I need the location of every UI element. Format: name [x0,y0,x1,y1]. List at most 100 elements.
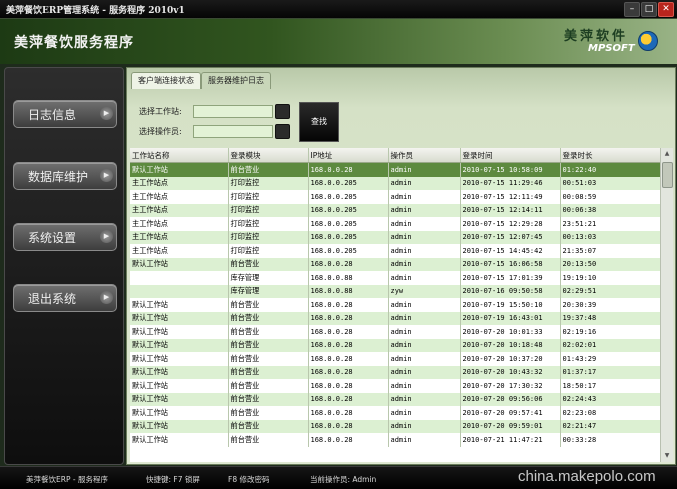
table-cell: 默认工作站 [130,419,229,433]
table-row[interactable]: 默认工作站 前台营业 168.0.0.28 admin 2010-07-20 10:18… [130,338,660,352]
tab-server-maintenance-log[interactable]: 服务器维护日志 [201,72,271,89]
table-cell: 主工作站点 [130,190,229,204]
table-cell: 168.0.0.28 [308,338,389,352]
table-cell: 库存管理 [228,271,309,285]
table-cell: 前台营业 [228,325,309,339]
table-row[interactable]: 主工作站点 打印监控 168.0.0.205 admin 2010-07-15 12:0… [130,230,660,244]
table-cell: 168.0.0.205 [308,203,389,217]
scroll-up-icon[interactable]: ▲ [662,149,672,159]
column-header[interactable]: 操作员 [388,148,461,163]
table-cell: 2010-07-15 12:11:49 [460,190,561,204]
table-cell: 默认工作站 [130,298,229,312]
table-cell: 2010-07-15 14:45:42 [460,244,561,258]
table-row[interactable]: 默认工作站 前台营业 168.0.0.28 admin 2010-07-20 09:59… [130,419,660,433]
table-cell: 主工作站点 [130,230,229,244]
minimize-button[interactable]: – [624,2,640,17]
operator-select[interactable] [193,125,273,138]
nav-exit-button[interactable]: 退出系统 ▶ [13,284,117,312]
table-cell: 00:06:38 [560,203,660,217]
table-row[interactable]: 默认工作站 前台营业 168.0.0.28 admin 2010-07-20 10:37… [130,352,660,366]
query-button[interactable]: 查找 [299,102,339,142]
table-cell: 168.0.0.28 [308,257,389,271]
table-cell: 2010-07-20 10:01:33 [460,325,561,339]
table-row[interactable]: 主工作站点 打印监控 168.0.0.205 admin 2010-07-15 12:2… [130,217,660,231]
column-header[interactable]: 工作站名称 [130,148,229,163]
table-cell: 168.0.0.28 [308,162,389,177]
column-header[interactable]: 登录时长 [560,148,660,163]
status-hotkey-lock: 快捷键: F7 锁屏 [146,475,200,484]
table-cell: 前台营业 [228,311,309,325]
table-row[interactable]: 主工作站点 打印监控 168.0.0.205 admin 2010-07-15 14:4… [130,244,660,258]
table-cell: 168.0.0.205 [308,176,389,190]
table-row[interactable]: 默认工作站 前台营业 168.0.0.28 admin 2010-07-21 11:47… [130,433,660,447]
nav-log-info-button[interactable]: 日志信息 ▶ [13,100,117,128]
circle-arrow-right-icon: ▶ [100,169,113,182]
table-row[interactable]: 默认工作站 前台营业 168.0.0.28 admin 2010-07-20 17:30… [130,379,660,393]
maximize-button[interactable]: □ [641,2,657,17]
table-row[interactable]: 默认工作站 前台营业 168.0.0.28 admin 2010-07-20 09:57… [130,406,660,420]
table-row[interactable]: 默认工作站 前台营业 168.0.0.28 admin 2010-07-20 10:43… [130,365,660,379]
table-cell: admin [388,311,461,325]
table-row[interactable]: 默认工作站 前台营业 168.0.0.28 admin 2010-07-20 10:01… [130,325,660,339]
table-cell: 02:02:01 [560,338,660,352]
table-cell: 前台营业 [228,352,309,366]
table-cell: 168.0.0.88 [308,271,389,285]
table-cell: 168.0.0.28 [308,419,389,433]
table-cell: 前台营业 [228,162,309,177]
app-title: 美萍餐饮服务程序 [14,35,134,51]
workstation-select[interactable] [193,105,273,118]
workstation-dropdown-button[interactable] [275,104,290,119]
table-cell: 默认工作站 [130,162,229,177]
table-row[interactable]: 库存管理 168.0.0.88 zyw 2010-07-16 09:50:58 02:2… [130,284,660,298]
column-header[interactable]: 登录时间 [460,148,561,163]
table-cell [130,284,229,298]
table-cell: 168.0.0.205 [308,230,389,244]
table-header-row: 工作站名称 登录模块 IP地址 操作员 登录时间 登录时长 [130,148,660,163]
table-cell [130,271,229,285]
table-row[interactable]: 默认工作站 前台营业 168.0.0.28 admin 2010-07-15 16:06… [130,257,660,271]
table-cell: admin [388,419,461,433]
watermark-text: china.makepolo.com [518,468,656,485]
logo-mark-icon [638,31,658,51]
table-row[interactable]: 默认工作站 前台营业 168.0.0.28 admin 2010-07-20 09:56… [130,392,660,406]
table-cell: 168.0.0.28 [308,325,389,339]
table-row[interactable]: 库存管理 168.0.0.88 admin 2010-07-15 17:01:39 19… [130,271,660,285]
table-cell: 168.0.0.28 [308,365,389,379]
table-cell: admin [388,244,461,258]
operator-dropdown-button[interactable] [275,124,290,139]
table-cell: 168.0.0.28 [308,392,389,406]
operator-label: 选择操作员: [139,127,182,136]
table-row[interactable]: 主工作站点 打印监控 168.0.0.205 admin 2010-07-15 11:2… [130,176,660,190]
nav-system-settings-button[interactable]: 系统设置 ▶ [13,223,117,251]
logo-text-cn: 美萍软件 [564,29,629,44]
table-row[interactable]: 主工作站点 打印监控 168.0.0.205 admin 2010-07-15 12:1… [130,203,660,217]
table-cell: 默认工作站 [130,352,229,366]
table-row[interactable]: 主工作站点 打印监控 168.0.0.205 admin 2010-07-15 12:1… [130,190,660,204]
table-scrollbar[interactable]: ▲ ▼ [660,148,673,462]
table-cell: 168.0.0.28 [308,298,389,312]
table-cell: admin [388,352,461,366]
workstation-label: 选择工作站: [139,107,182,116]
column-header[interactable]: IP地址 [308,148,389,163]
table-cell: 2010-07-21 11:47:21 [460,433,561,447]
minus-icon: – [629,4,635,14]
table-cell: 2010-07-15 10:58:09 [460,162,561,177]
table-cell: 前台营业 [228,419,309,433]
table-cell: 02:21:47 [560,419,660,433]
scroll-thumb[interactable] [662,162,673,188]
table-cell: 前台营业 [228,379,309,393]
table-row[interactable]: 默认工作站 前台营业 168.0.0.28 admin 2010-07-19 15:50… [130,298,660,312]
column-header[interactable]: 登录模块 [228,148,309,163]
nav-db-maintenance-button[interactable]: 数据库维护 ▶ [13,162,117,190]
status-hotkey-password: F8 修改密码 [228,475,270,484]
table-cell: admin [388,162,461,177]
nav-label: 退出系统 [28,292,77,306]
table-row[interactable]: 默认工作站 前台营业 168.0.0.28 admin 2010-07-15 10:58… [130,162,660,177]
table-cell: admin [388,298,461,312]
close-button[interactable]: ✕ [658,2,674,17]
scroll-down-icon[interactable]: ▼ [662,451,672,461]
table-row[interactable]: 默认工作站 前台营业 168.0.0.28 admin 2010-07-19 16:43… [130,311,660,325]
tab-client-connections[interactable]: 客户端连接状态 [131,72,201,89]
table-cell: 19:37:48 [560,311,660,325]
table-cell: 2010-07-20 10:43:32 [460,365,561,379]
